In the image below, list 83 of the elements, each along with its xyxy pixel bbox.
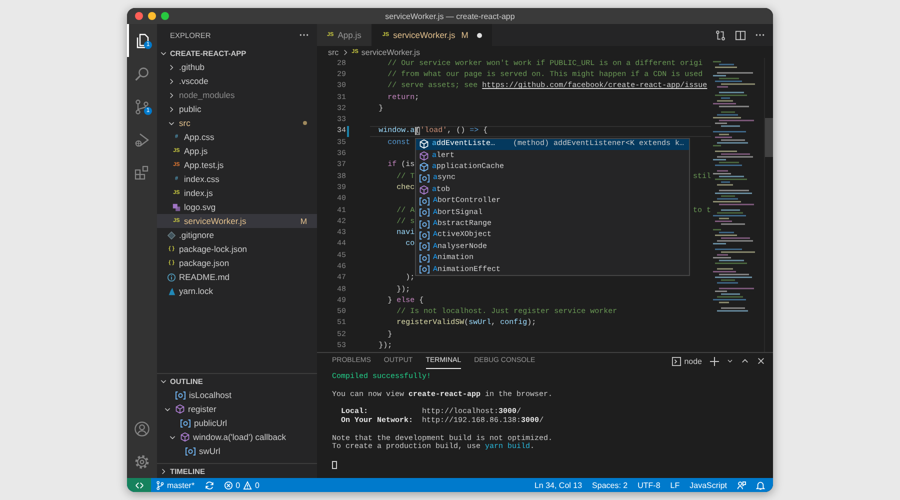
variable-icon	[419, 230, 430, 240]
settings-icon[interactable]	[134, 454, 150, 470]
chevron-right-icon[interactable]	[168, 92, 175, 98]
feedback-icon[interactable]	[737, 480, 746, 490]
chevron-right-icon[interactable]	[168, 106, 175, 112]
cube-icon	[419, 184, 429, 195]
chevron-down-icon[interactable]	[727, 358, 733, 364]
tree-item[interactable]: README.md	[157, 270, 317, 284]
outline-item[interactable]: publicUrl	[157, 416, 317, 430]
branch-button[interactable]: master*	[151, 478, 200, 492]
cube-icon	[180, 432, 190, 442]
variable-icon	[175, 390, 186, 400]
split-editor-icon[interactable]	[735, 30, 746, 40]
cube-icon	[419, 150, 429, 161]
status-item[interactable]: Spaces: 2	[587, 478, 633, 492]
more-icon[interactable]	[755, 33, 765, 37]
compare-icon[interactable]	[715, 30, 726, 40]
tree-item[interactable]: .github	[157, 60, 317, 74]
chevron-down-icon[interactable]	[160, 50, 167, 56]
bell-icon[interactable]	[756, 480, 765, 490]
status-item[interactable]: JavaScript	[684, 478, 732, 492]
cube-icon	[175, 404, 185, 414]
remote-icon	[134, 480, 144, 490]
outline-item[interactable]: swUrl	[157, 444, 317, 458]
outline-item[interactable]: isLocalhost	[157, 388, 317, 402]
variable-icon	[185, 446, 196, 456]
tree-item[interactable]: .gitignore	[157, 228, 317, 242]
variable-icon	[419, 220, 430, 229]
variable-icon	[180, 418, 191, 428]
status-item[interactable]: UTF-8	[632, 478, 666, 492]
error-icon	[224, 480, 233, 490]
tree-item[interactable]: public	[157, 102, 317, 116]
cube-icon	[419, 139, 429, 150]
variable-icon	[419, 265, 430, 274]
close-icon[interactable]	[757, 357, 765, 365]
info-icon	[167, 272, 176, 282]
cube-icon	[419, 162, 429, 172]
window-title: serviceWorker.js — create-react-app	[385, 12, 515, 20]
chevron-right-icon[interactable]	[160, 468, 167, 474]
extensions-icon	[134, 164, 150, 180]
chevron-right-icon[interactable]	[342, 48, 349, 56]
tree-item[interactable]: logo.svg	[157, 200, 317, 214]
warning-icon	[243, 480, 252, 490]
chevron-right-icon[interactable]	[168, 64, 175, 70]
variable-icon	[419, 174, 430, 183]
sync-icon[interactable]	[204, 480, 214, 490]
terminal-selector[interactable]: node	[672, 356, 702, 366]
chevron-down-icon[interactable]	[164, 406, 171, 412]
branch-icon	[134, 98, 150, 114]
account-icon[interactable]	[134, 420, 150, 436]
tree-item[interactable]: yarn.lock	[157, 284, 317, 298]
variable-icon	[419, 208, 430, 218]
remote-button[interactable]	[127, 478, 151, 492]
scrollbar-thumb[interactable]	[765, 118, 773, 157]
variable-icon	[419, 242, 430, 252]
image-icon	[172, 202, 181, 212]
tree-item[interactable]: src	[157, 116, 317, 130]
outline-item[interactable]: window.a('load') callback	[157, 430, 317, 444]
branch-icon	[156, 480, 164, 490]
breadcrumb-item[interactable]: src	[328, 48, 339, 56]
outline-item[interactable]: register	[157, 402, 317, 416]
close-button[interactable]	[135, 12, 143, 20]
chevron-down-icon[interactable]	[168, 120, 175, 126]
chevron-down-icon[interactable]	[169, 434, 176, 440]
files-icon	[134, 32, 150, 48]
maximize-button[interactable]	[161, 12, 169, 20]
terminal-icon	[672, 356, 682, 366]
status-item[interactable]: Ln 34, Col 13	[529, 478, 588, 492]
chevron-down-icon[interactable]	[160, 378, 167, 384]
problems-button[interactable]: 0 0	[218, 478, 264, 492]
status-item[interactable]: LF	[665, 478, 685, 492]
tree-item[interactable]: node_modules	[157, 88, 317, 102]
search-icon	[134, 66, 150, 82]
diamond-icon	[167, 230, 176, 240]
more-icon[interactable]	[299, 33, 309, 37]
tree-item[interactable]: .vscode	[157, 74, 317, 88]
play-bug-icon	[134, 132, 150, 148]
plus-icon[interactable]	[710, 356, 719, 366]
variable-icon	[419, 196, 430, 206]
chevron-up-icon[interactable]	[741, 357, 749, 365]
minimize-button[interactable]	[148, 12, 156, 20]
chevron-right-icon[interactable]	[168, 78, 175, 84]
variable-icon	[419, 254, 430, 263]
